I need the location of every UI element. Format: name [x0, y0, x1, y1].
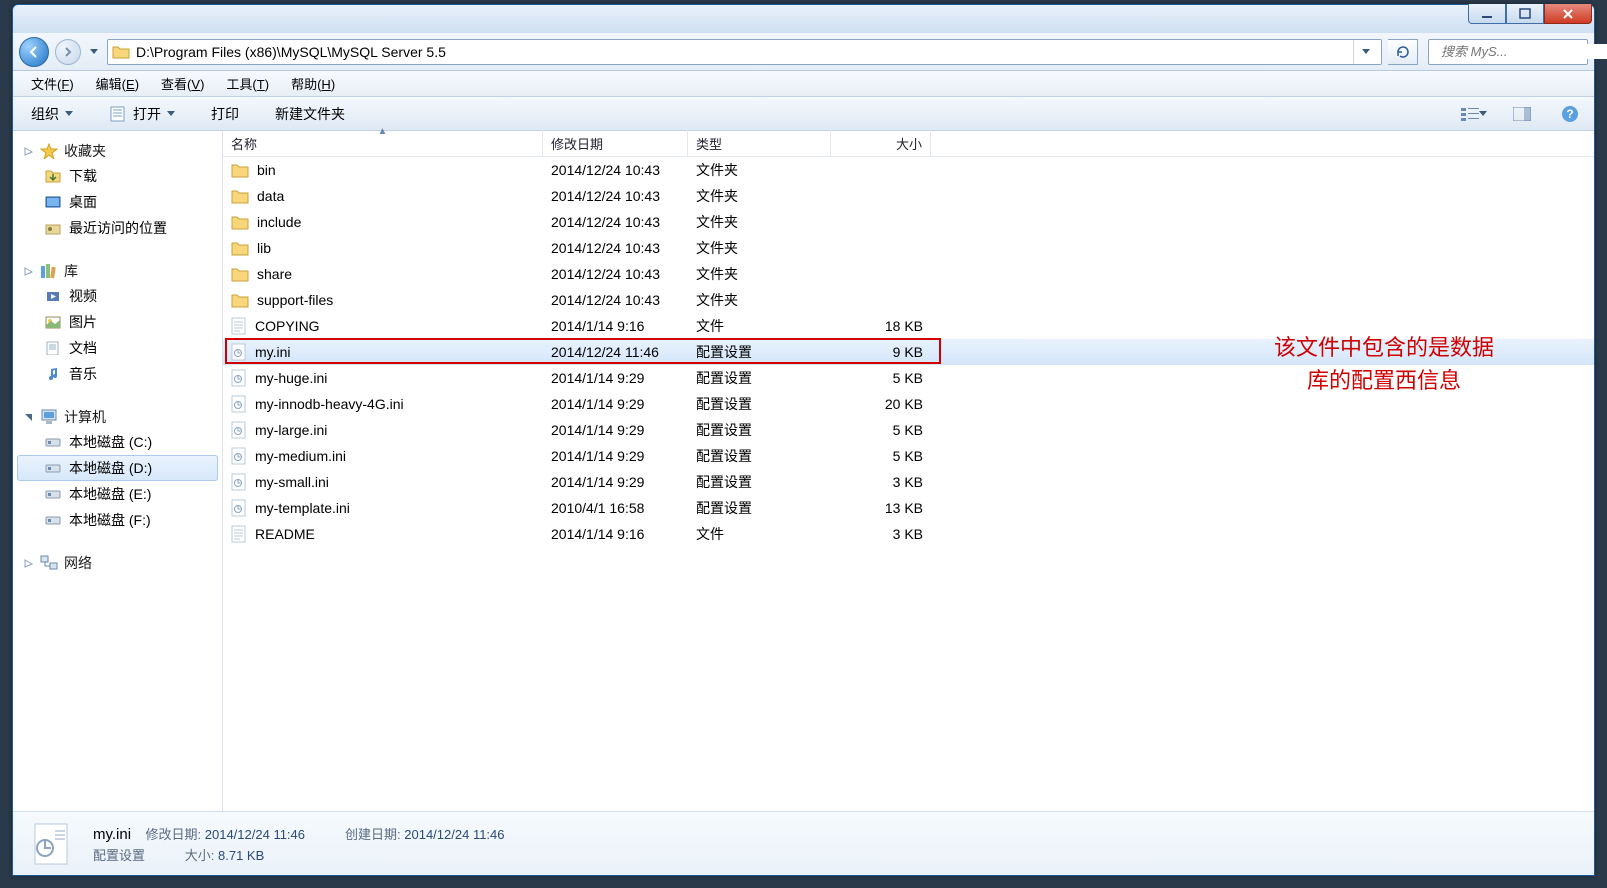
- address-dropdown[interactable]: [1353, 40, 1377, 64]
- menu-tools[interactable]: 工具(T): [216, 71, 279, 96]
- details-filename: my.ini: [93, 826, 131, 843]
- sort-indicator-icon: ▲: [378, 126, 388, 137]
- network-header[interactable]: 网络: [17, 551, 218, 575]
- maximize-button[interactable]: [1506, 4, 1544, 24]
- column-headers: 名称▲ 修改日期 类型 大小: [223, 131, 1594, 157]
- nav-item[interactable]: 本地磁盘 (F:): [17, 507, 218, 533]
- favorites-header[interactable]: 收藏夹: [17, 139, 218, 163]
- column-size[interactable]: 大小: [831, 130, 931, 157]
- menu-help[interactable]: 帮助(H): [281, 71, 345, 96]
- nav-item[interactable]: 图片: [17, 309, 218, 335]
- file-row[interactable]: support-files2014/12/24 10:43文件夹: [223, 287, 1594, 313]
- minimize-button[interactable]: [1468, 4, 1506, 24]
- organize-button[interactable]: 组织: [23, 101, 81, 127]
- network-group: 网络: [17, 551, 218, 575]
- nav-item[interactable]: 音乐: [17, 361, 218, 387]
- folder-icon: [112, 45, 130, 59]
- menu-file[interactable]: 文件(F): [21, 71, 84, 96]
- nav-item[interactable]: 本地磁盘 (D:): [17, 455, 218, 481]
- nav-item[interactable]: 本地磁盘 (C:): [17, 429, 218, 455]
- help-button[interactable]: ?: [1556, 102, 1584, 126]
- navigation-pane: 收藏夹 下载桌面最近访问的位置 库 视频图片文档音乐 计算机 本地磁盘 (: [13, 131, 223, 811]
- file-row[interactable]: include2014/12/24 10:43文件夹: [223, 209, 1594, 235]
- nav-item[interactable]: 本地磁盘 (E:): [17, 481, 218, 507]
- nav-item[interactable]: 下载: [17, 163, 218, 189]
- menu-bar: 文件(F) 编辑(E) 查看(V) 工具(T) 帮助(H): [13, 71, 1594, 97]
- file-list[interactable]: bin2014/12/24 10:43文件夹data2014/12/24 10:…: [223, 157, 1594, 811]
- back-button[interactable]: [19, 37, 49, 67]
- toolbar: 组织 打开 打印 新建文件夹 ?: [13, 97, 1594, 131]
- nav-item[interactable]: 文档: [17, 335, 218, 361]
- annotation-text: 该文件中包含的是数据 库的配置西信息: [1234, 331, 1534, 397]
- column-name[interactable]: 名称▲: [223, 130, 543, 157]
- file-thumbnail-icon: [27, 820, 75, 868]
- details-filetype: 配置设置: [93, 848, 145, 863]
- address-input[interactable]: [136, 44, 1347, 60]
- search-input[interactable]: [1441, 44, 1607, 59]
- titlebar: [13, 5, 1594, 33]
- nav-item[interactable]: 桌面: [17, 189, 218, 215]
- file-row[interactable]: my-medium.ini2014/1/14 9:29配置设置5 KB: [223, 443, 1594, 469]
- menu-edit[interactable]: 编辑(E): [86, 71, 149, 96]
- libraries-header[interactable]: 库: [17, 259, 218, 283]
- file-row[interactable]: my-small.ini2014/1/14 9:29配置设置3 KB: [223, 469, 1594, 495]
- view-options-button[interactable]: [1460, 102, 1488, 126]
- file-row[interactable]: bin2014/12/24 10:43文件夹: [223, 157, 1594, 183]
- file-row[interactable]: my-template.ini2010/4/1 16:58配置设置13 KB: [223, 495, 1594, 521]
- nav-bar: [13, 33, 1594, 71]
- computer-icon: [40, 409, 58, 425]
- preview-pane-button[interactable]: [1508, 102, 1536, 126]
- menu-view[interactable]: 查看(V): [151, 71, 214, 96]
- libraries-group: 库 视频图片文档音乐: [17, 259, 218, 387]
- address-bar[interactable]: [107, 39, 1382, 65]
- nav-item[interactable]: 视频: [17, 283, 218, 309]
- file-row[interactable]: my-large.ini2014/1/14 9:29配置设置5 KB: [223, 417, 1594, 443]
- file-row[interactable]: share2014/12/24 10:43文件夹: [223, 261, 1594, 287]
- computer-header[interactable]: 计算机: [17, 405, 218, 429]
- refresh-button[interactable]: [1388, 39, 1418, 65]
- svg-text:?: ?: [1566, 107, 1573, 121]
- file-row[interactable]: README2014/1/14 9:16文件3 KB: [223, 521, 1594, 547]
- star-icon: [40, 143, 58, 159]
- history-dropdown[interactable]: [87, 39, 101, 65]
- column-type[interactable]: 类型: [688, 130, 831, 157]
- file-row[interactable]: lib2014/12/24 10:43文件夹: [223, 235, 1594, 261]
- column-date[interactable]: 修改日期: [543, 130, 688, 157]
- file-list-area: 名称▲ 修改日期 类型 大小 bin2014/12/24 10:43文件夹dat…: [223, 131, 1594, 811]
- details-pane: my.ini 修改日期: 2014/12/24 11:46 创建日期: 2014…: [13, 811, 1594, 875]
- print-button[interactable]: 打印: [203, 101, 247, 127]
- notepad-icon: [109, 106, 127, 122]
- open-button[interactable]: 打开: [101, 101, 183, 127]
- new-folder-button[interactable]: 新建文件夹: [267, 101, 353, 127]
- libraries-icon: [40, 263, 58, 279]
- close-button[interactable]: [1544, 4, 1592, 24]
- file-row[interactable]: data2014/12/24 10:43文件夹: [223, 183, 1594, 209]
- explorer-window: 文件(F) 编辑(E) 查看(V) 工具(T) 帮助(H) 组织 打开 打印 新…: [12, 4, 1595, 876]
- computer-group: 计算机 本地磁盘 (C:)本地磁盘 (D:)本地磁盘 (E:)本地磁盘 (F:): [17, 405, 218, 533]
- search-box[interactable]: [1428, 39, 1588, 65]
- network-icon: [40, 555, 58, 571]
- forward-button[interactable]: [55, 39, 81, 65]
- favorites-group: 收藏夹 下载桌面最近访问的位置: [17, 139, 218, 241]
- nav-item[interactable]: 最近访问的位置: [17, 215, 218, 241]
